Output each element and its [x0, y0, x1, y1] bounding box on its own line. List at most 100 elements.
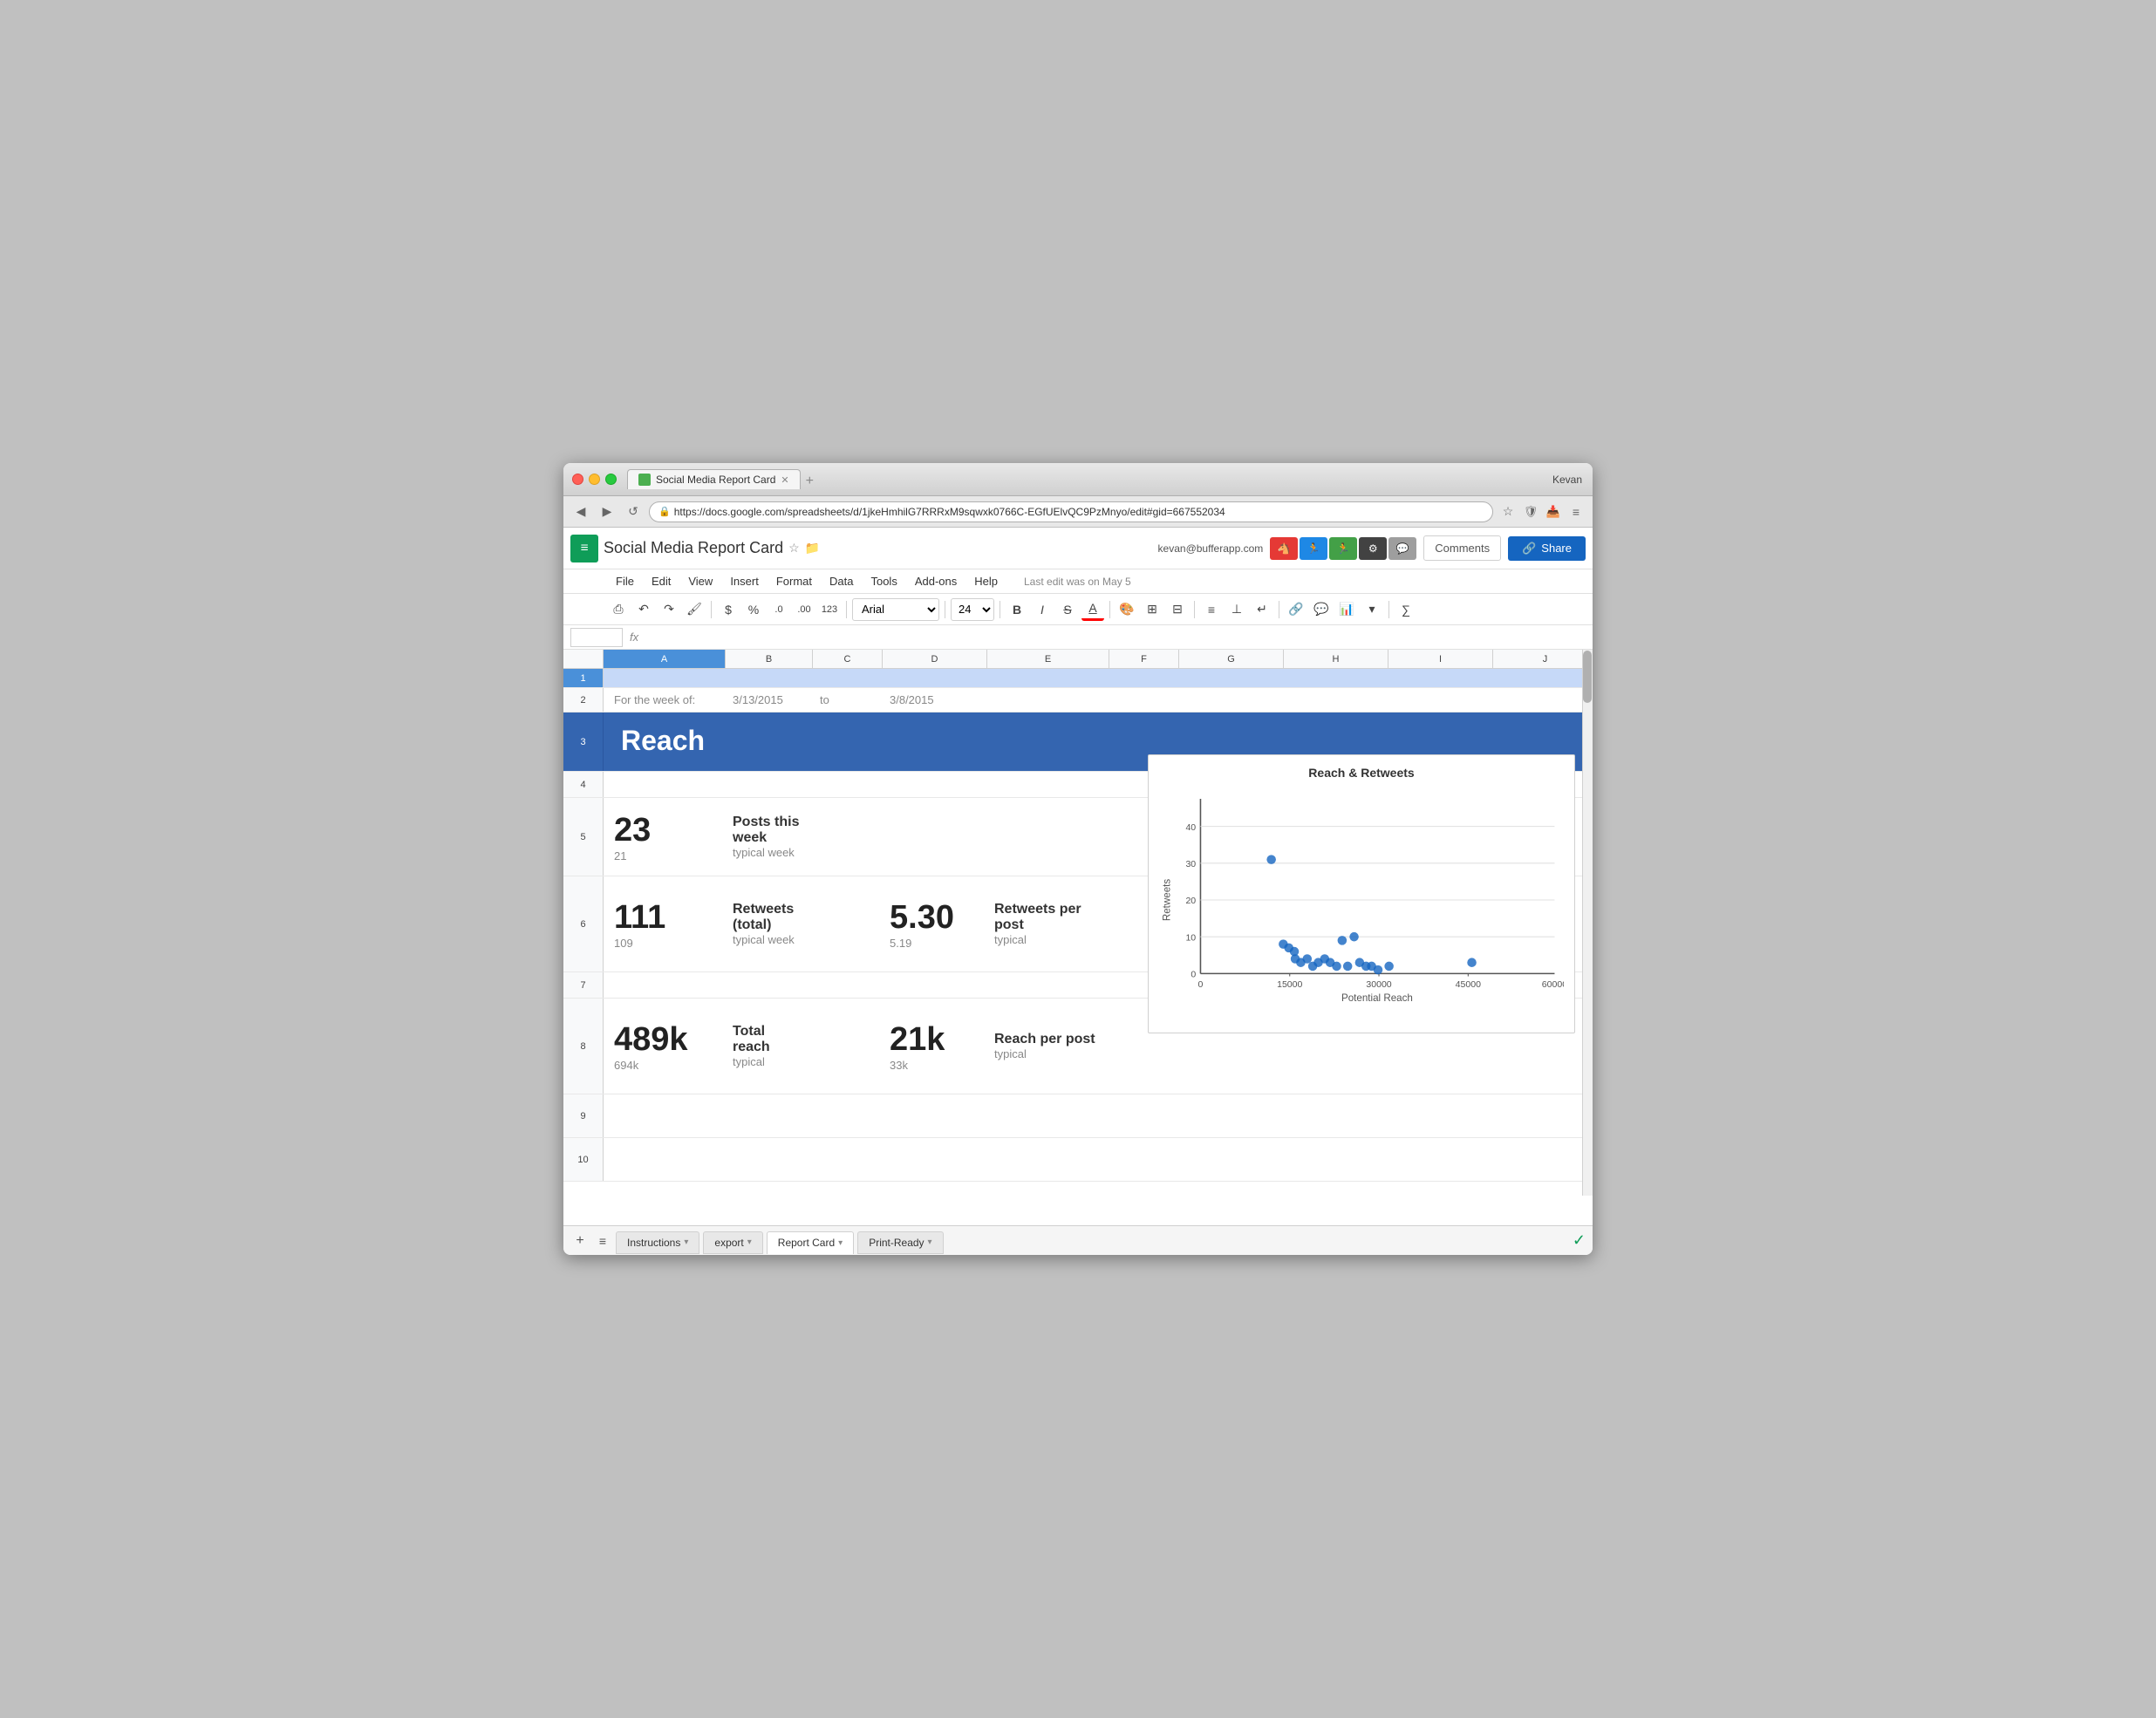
ext-icon-3[interactable]: 🏃: [1329, 537, 1357, 560]
sheet-tab-reportcard[interactable]: Report Card ▾: [767, 1231, 854, 1254]
menu-edit[interactable]: Edit: [643, 571, 679, 591]
dec-less-button[interactable]: .0: [768, 598, 790, 621]
back-button[interactable]: ◀: [570, 501, 591, 522]
maximize-button[interactable]: [605, 474, 617, 485]
menu-file[interactable]: File: [607, 571, 643, 591]
merge-button[interactable]: ⊟: [1166, 598, 1189, 621]
scroll-thumb[interactable]: [1583, 651, 1592, 703]
cell-a2[interactable]: For the week of:: [604, 688, 726, 712]
star-icon[interactable]: ☆: [788, 541, 800, 556]
close-button[interactable]: [572, 474, 583, 485]
filter-button[interactable]: ▾: [1361, 598, 1383, 621]
col-header-c[interactable]: C: [813, 650, 883, 668]
text-color-button[interactable]: A: [1081, 598, 1104, 621]
svg-text:10: 10: [1185, 932, 1196, 943]
ext-icon-2[interactable]: 🏃: [1300, 537, 1327, 560]
link-button[interactable]: 🔗: [1285, 598, 1307, 621]
menu-data[interactable]: Data: [821, 571, 862, 591]
row-num-5[interactable]: 5: [563, 798, 604, 876]
col-header-d[interactable]: D: [883, 650, 987, 668]
italic-button[interactable]: I: [1031, 598, 1054, 621]
chart-point: [1303, 954, 1313, 964]
ext-icon-5[interactable]: 💬: [1388, 537, 1416, 560]
col-header-e[interactable]: E: [987, 650, 1109, 668]
tab-close-button[interactable]: ✕: [781, 474, 788, 486]
ext-icon-1[interactable]: 🐴: [1270, 537, 1298, 560]
sheet-tab-export[interactable]: export ▾: [703, 1231, 762, 1254]
folder-icon[interactable]: 📁: [805, 541, 820, 556]
strikethrough-button[interactable]: S: [1056, 598, 1079, 621]
print-button[interactable]: ⎙: [607, 598, 630, 621]
url-bar[interactable]: 🔒 https://docs.google.com/spreadsheets/d…: [649, 501, 1493, 522]
row-num-10[interactable]: 10: [563, 1138, 604, 1181]
browser-tab[interactable]: Social Media Report Card ✕: [627, 469, 801, 489]
formula-input[interactable]: [645, 628, 1586, 647]
browser-menu-button[interactable]: ≡: [1566, 502, 1586, 522]
row-num-4[interactable]: 4: [563, 772, 604, 797]
row-num-6[interactable]: 6: [563, 876, 604, 971]
comment-button[interactable]: 💬: [1310, 598, 1333, 621]
chart-container: Reach & Retweets 0 10 20 30 40 0 15000: [1148, 754, 1575, 1033]
undo-button[interactable]: ↶: [632, 598, 655, 621]
menu-addons[interactable]: Add-ons: [906, 571, 965, 591]
cell-c2[interactable]: to: [813, 688, 883, 712]
forward-button[interactable]: ▶: [597, 501, 617, 522]
col-header-j[interactable]: J: [1493, 650, 1593, 668]
dec-more-button[interactable]: .00: [793, 598, 815, 621]
cell-d2[interactable]: 3/8/2015: [883, 688, 987, 712]
col-header-h[interactable]: H: [1284, 650, 1388, 668]
row-num-7[interactable]: 7: [563, 972, 604, 998]
ext-icon-4[interactable]: ⚙: [1359, 537, 1387, 560]
bold-button[interactable]: B: [1006, 598, 1028, 621]
retweets-label: Retweets (total): [733, 902, 806, 933]
vertical-scrollbar[interactable]: [1582, 650, 1593, 1196]
row-num-3[interactable]: 3: [563, 712, 604, 771]
valign-button[interactable]: ⊥: [1225, 598, 1248, 621]
row-num-9[interactable]: 9: [563, 1094, 604, 1137]
menu-help[interactable]: Help: [965, 571, 1006, 591]
addon-button2[interactable]: 📥: [1544, 502, 1563, 522]
col-header-a[interactable]: A: [604, 650, 726, 668]
sheets-header: ≡ Social Media Report Card ☆ 📁 kevan@buf…: [563, 528, 1593, 569]
col-header-g[interactable]: G: [1179, 650, 1284, 668]
sheet-tab-printready[interactable]: Print-Ready ▾: [857, 1231, 943, 1254]
new-tab-button[interactable]: +: [801, 474, 819, 489]
sheet-tab-instructions[interactable]: Instructions ▾: [616, 1231, 699, 1254]
borders-button[interactable]: ⊞: [1141, 598, 1163, 621]
sheet-list-button[interactable]: ≡: [593, 1231, 612, 1251]
menu-tools[interactable]: Tools: [862, 571, 905, 591]
row-num-2[interactable]: 2: [563, 688, 604, 712]
sum-button[interactable]: ∑: [1395, 598, 1417, 621]
add-sheet-button[interactable]: +: [570, 1231, 590, 1251]
share-button[interactable]: 🔗 Share: [1508, 536, 1586, 561]
chart-button[interactable]: 📊: [1335, 598, 1358, 621]
fill-color-button[interactable]: 🎨: [1116, 598, 1138, 621]
addon-button1[interactable]: 🛡: [1521, 502, 1540, 522]
refresh-button[interactable]: ↺: [623, 501, 644, 522]
col-header-b[interactable]: B: [726, 650, 813, 668]
align-button[interactable]: ≡: [1200, 598, 1223, 621]
paint-format-button[interactable]: 🖌: [683, 598, 706, 621]
font-size-selector[interactable]: 24: [951, 598, 994, 621]
cell-reference[interactable]: [570, 628, 623, 647]
redo-button[interactable]: ↷: [658, 598, 680, 621]
col-header-f[interactable]: F: [1109, 650, 1179, 668]
font-selector[interactable]: Arial: [852, 598, 939, 621]
number-format-button[interactable]: 123: [818, 598, 841, 621]
row-num-1[interactable]: 1: [563, 669, 604, 687]
menu-format[interactable]: Format: [768, 571, 821, 591]
header-right: kevan@bufferapp.com 🐴 🏃 🏃 ⚙ 💬 Commen: [1158, 535, 1586, 561]
minimize-button[interactable]: [589, 474, 600, 485]
bookmark-button[interactable]: ☆: [1498, 502, 1518, 522]
percent-button[interactable]: %: [742, 598, 765, 621]
wrap-button[interactable]: ↵: [1251, 598, 1273, 621]
menu-view[interactable]: View: [679, 571, 721, 591]
col-header-i[interactable]: I: [1388, 650, 1493, 668]
comments-button[interactable]: Comments: [1423, 535, 1501, 561]
currency-button[interactable]: $: [717, 598, 740, 621]
cell-b2[interactable]: 3/13/2015: [726, 688, 813, 712]
row-num-8[interactable]: 8: [563, 999, 604, 1094]
menu-insert[interactable]: Insert: [721, 571, 768, 591]
document-title[interactable]: Social Media Report Card: [604, 539, 783, 557]
cell-b5: Posts this week typical week: [726, 798, 813, 876]
